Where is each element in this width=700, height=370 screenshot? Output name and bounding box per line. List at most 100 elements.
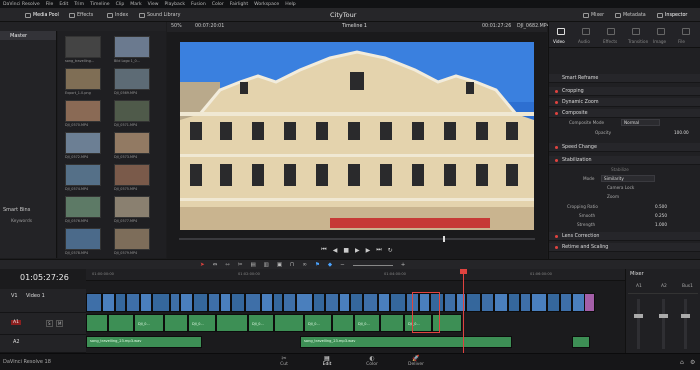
section-enable-icon[interactable] (555, 158, 558, 162)
inspector-tab[interactable]: Video (553, 39, 565, 44)
video-clip[interactable] (283, 293, 296, 312)
video-clip[interactable] (102, 293, 115, 312)
menu-item[interactable]: Color (212, 2, 224, 7)
video-clip[interactable] (378, 293, 390, 312)
dynamic-trim-icon[interactable]: ⇿ (225, 262, 230, 268)
step-back-icon[interactable]: ◀ (333, 247, 338, 254)
video-clip[interactable] (152, 293, 170, 312)
video-clip[interactable] (296, 293, 313, 312)
section-enable-icon[interactable] (555, 234, 558, 238)
audio-clip-a1[interactable]: DJI_0... (188, 314, 216, 332)
settings-icon[interactable]: ⚙ (690, 359, 695, 366)
timeline-ruler[interactable]: 01:00:00:00 01:02:00:00 01:04:00:00 01:06:0… (86, 269, 625, 281)
section-enable-icon[interactable] (555, 145, 558, 149)
section-enable-icon[interactable] (555, 245, 558, 249)
menu-item[interactable]: Fusion (191, 2, 206, 7)
video-clip[interactable] (547, 293, 560, 312)
video-clip[interactable] (560, 293, 572, 312)
metadata-button[interactable]: Metadata (612, 10, 649, 20)
effects-button[interactable]: Effects (66, 10, 96, 20)
solo-button[interactable]: S (46, 320, 53, 327)
video-clip[interactable] (390, 293, 406, 312)
video-clip[interactable] (444, 293, 456, 312)
section-enable-icon[interactable] (555, 100, 558, 104)
bin-master[interactable]: Master (0, 31, 56, 40)
zoom-level[interactable]: 50% (171, 24, 182, 29)
menu-item[interactable]: Clip (116, 2, 125, 7)
audio-clip-a1[interactable]: DJI_0... (304, 314, 332, 332)
video-clip[interactable] (86, 293, 102, 312)
video-clip[interactable] (363, 293, 378, 312)
inspector-section[interactable]: Stabilization (549, 156, 700, 165)
playhead-handle[interactable] (460, 269, 467, 274)
video-clip[interactable] (508, 293, 520, 312)
video-clip[interactable] (115, 293, 126, 312)
zoom-checkbox[interactable]: Zoom (607, 194, 619, 199)
video-clip[interactable] (325, 293, 339, 312)
media-clip-thumbnail[interactable] (65, 68, 101, 90)
zoom-in-icon[interactable]: + (401, 262, 406, 268)
section-enable-icon[interactable] (555, 111, 558, 115)
audio-clip-a1[interactable] (86, 314, 108, 332)
video-clip[interactable] (140, 293, 152, 312)
stabilize-button[interactable]: Stabilize (611, 167, 629, 172)
timeline-playhead[interactable] (463, 269, 464, 353)
inspector-section[interactable]: Speed Change (549, 143, 700, 152)
media-clip-thumbnail[interactable] (65, 132, 101, 154)
page-color[interactable]: ◐ Color (352, 355, 392, 367)
cropping-ratio-value[interactable]: 0.500 (655, 204, 667, 209)
stop-icon[interactable]: ■ (343, 247, 349, 254)
video-clip[interactable] (481, 293, 494, 312)
video-clip[interactable] (494, 293, 508, 312)
selection-tool-icon[interactable]: ➤ (200, 262, 205, 268)
inspector-section[interactable]: Composite (549, 109, 700, 118)
menu-item[interactable]: Mark (130, 2, 141, 7)
menu-item[interactable]: Help (285, 2, 295, 7)
video-clip[interactable] (350, 293, 363, 312)
menu-item[interactable]: Trim (74, 2, 84, 7)
mute-button[interactable]: M (56, 320, 64, 327)
audio-clip-a1[interactable] (164, 314, 188, 332)
video-clip[interactable] (170, 293, 180, 312)
media-clip-thumbnail[interactable] (114, 228, 150, 250)
video-clip[interactable] (180, 293, 193, 312)
viewer-playhead[interactable] (443, 236, 445, 242)
video-clip[interactable] (245, 293, 261, 312)
audio-clip-a1[interactable] (380, 314, 404, 332)
strength-value[interactable]: 1.000 (655, 222, 667, 227)
video-clip[interactable] (126, 293, 140, 312)
video-clip[interactable] (339, 293, 350, 312)
section-enable-icon[interactable] (555, 89, 558, 93)
sound-library-button[interactable]: Sound Library (136, 10, 183, 20)
viewer-scrubber[interactable] (179, 238, 535, 240)
insert-clip-icon[interactable]: ▤ (250, 262, 255, 268)
keywords-bin[interactable]: Keywords (11, 219, 32, 224)
inspector-button[interactable]: Inspector (654, 10, 690, 20)
snapping-icon[interactable]: ⊓ (290, 262, 294, 268)
page-edit[interactable]: ▤ Edit (307, 355, 347, 367)
inspector-tab[interactable]: File (678, 39, 685, 44)
video-clip[interactable] (273, 293, 283, 312)
marker-icon[interactable]: ◆ (328, 262, 332, 268)
inspector-section[interactable]: Cropping (549, 87, 700, 96)
audio-clip-a2-3[interactable] (572, 336, 590, 348)
smooth-value[interactable]: 0.250 (655, 213, 667, 218)
video-clip-title[interactable] (584, 293, 595, 312)
video-clip[interactable] (231, 293, 245, 312)
mixer-fader-bus1[interactable] (681, 314, 690, 318)
media-clip-thumbnail[interactable] (65, 36, 101, 58)
loop-icon[interactable]: ↻ (388, 247, 393, 254)
stabilization-mode-dropdown[interactable]: Similarity (601, 175, 655, 182)
audio-clip-a2-2[interactable]: song_travelling_23.mp3.wav (300, 336, 512, 348)
go-to-end-icon[interactable]: ⏭ (376, 246, 381, 254)
video-clip[interactable] (313, 293, 325, 312)
blade-tool-icon[interactable]: ✂ (238, 262, 243, 268)
inspector-section[interactable]: Dynamic Zoom (549, 98, 700, 107)
media-clip-thumbnail[interactable] (65, 164, 101, 186)
media-clip-thumbnail[interactable] (114, 132, 150, 154)
media-clip-thumbnail[interactable] (114, 68, 150, 90)
inspector-tab[interactable]: Audio (578, 39, 590, 44)
media-clip-thumbnail[interactable] (65, 100, 101, 122)
media-clip-thumbnail[interactable] (114, 100, 150, 122)
trim-tool-icon[interactable]: ⇔ (213, 262, 218, 268)
